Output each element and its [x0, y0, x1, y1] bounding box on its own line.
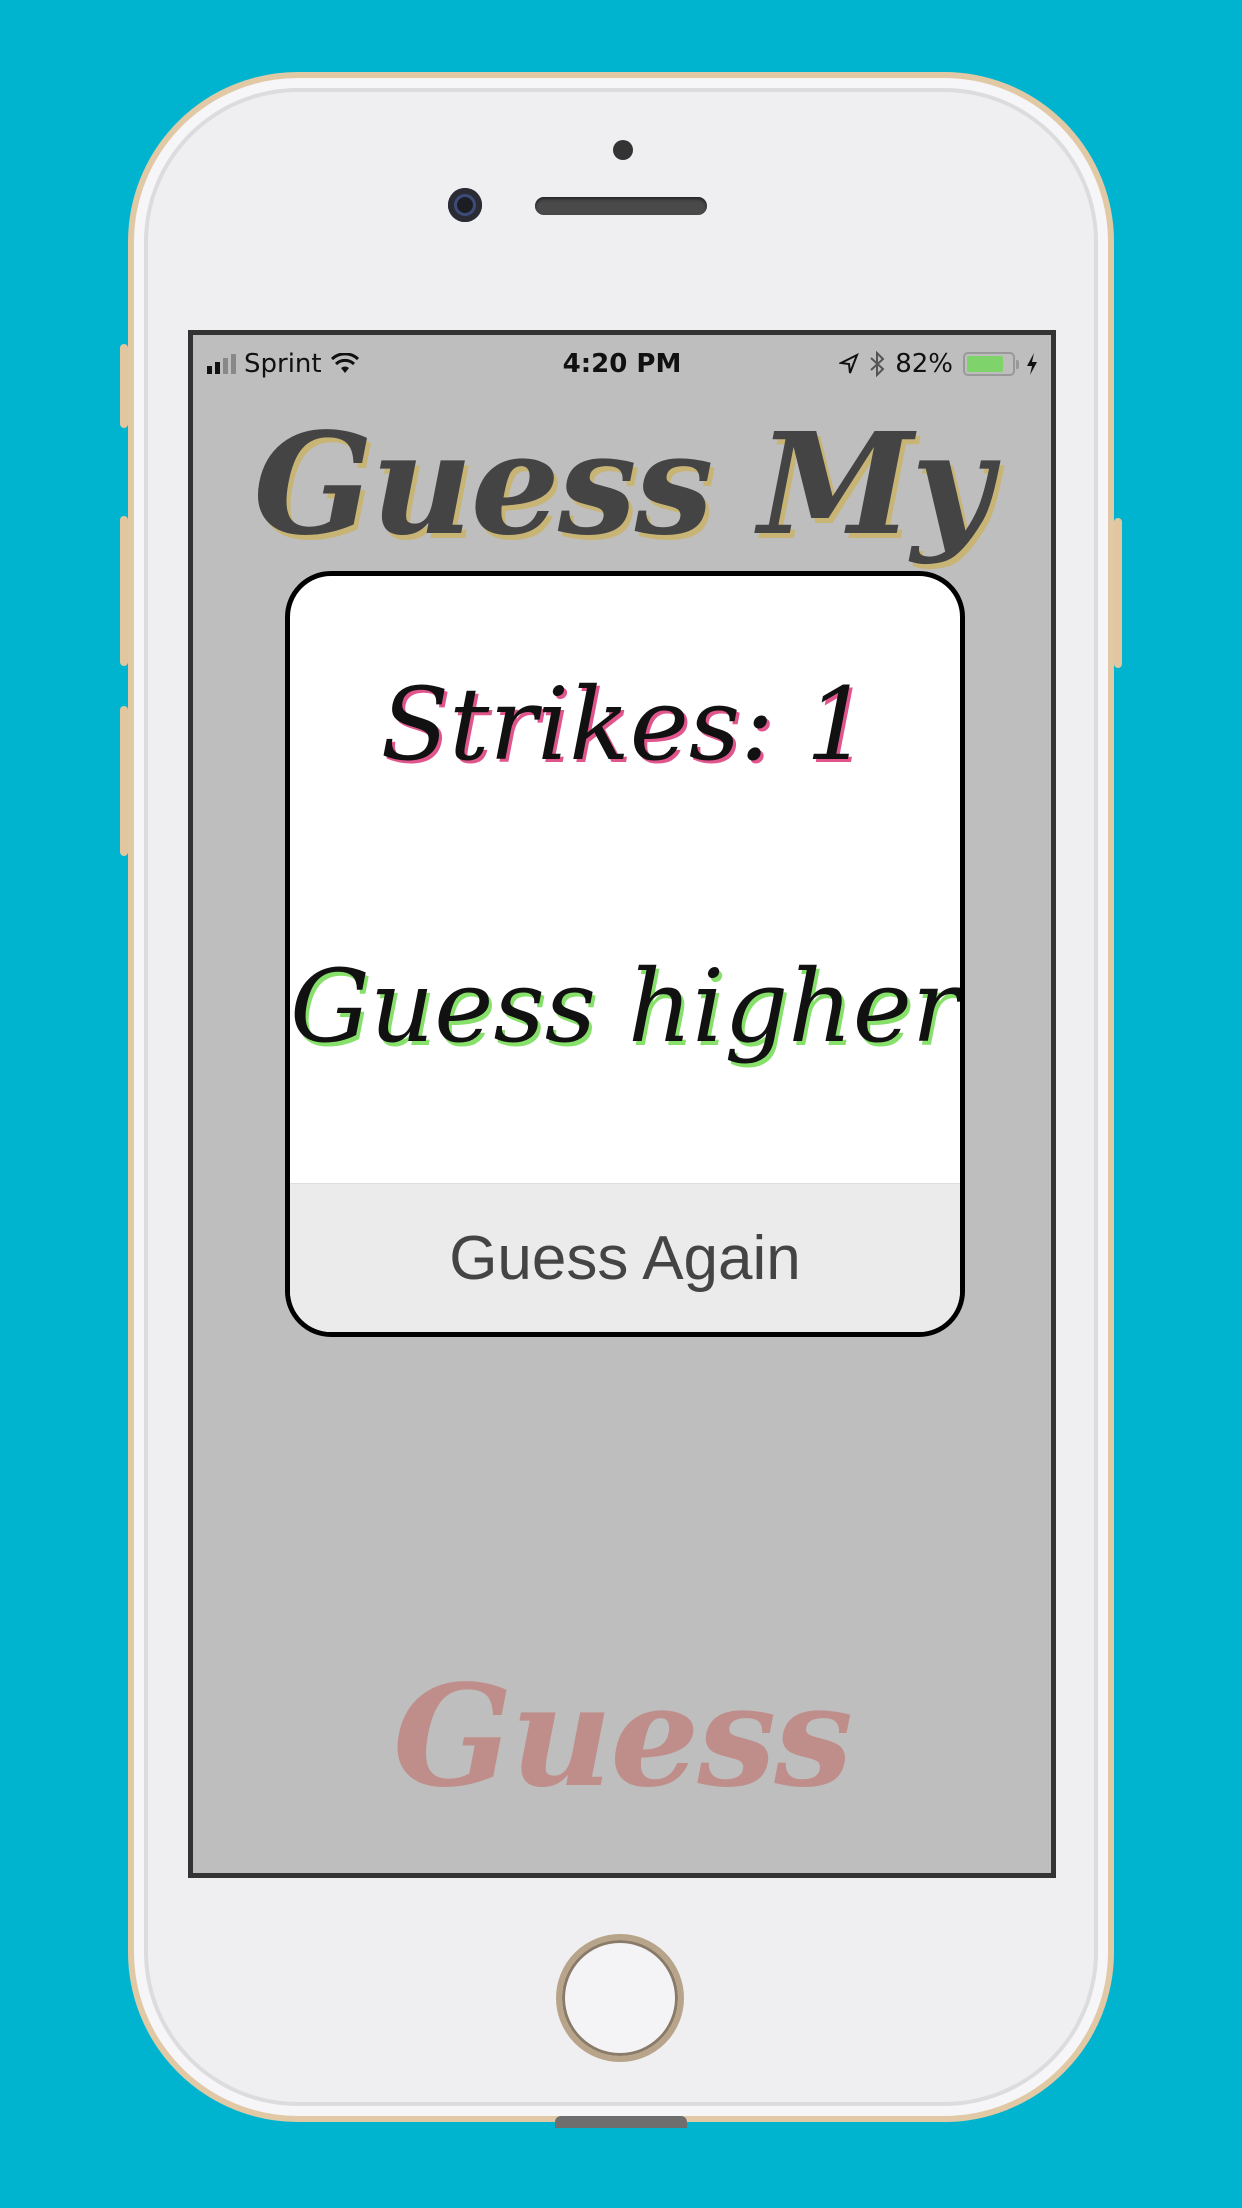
battery-level	[967, 356, 1004, 372]
home-button[interactable]	[556, 1934, 684, 2062]
battery-icon	[963, 352, 1019, 376]
guess-button[interactable]: Guess	[193, 1655, 1051, 1819]
volume-down-button	[120, 706, 128, 856]
front-camera-icon	[448, 188, 482, 222]
lightning-port	[555, 2116, 687, 2128]
status-bar: Sprint 4:20 PM 82%	[193, 335, 1051, 395]
charging-icon	[1027, 353, 1037, 375]
game-title: Guess My	[253, 403, 992, 567]
bluetooth-icon	[870, 351, 885, 377]
battery-percent: 82%	[895, 349, 953, 379]
location-icon	[839, 353, 860, 374]
guess-again-button[interactable]: Guess Again	[290, 1183, 960, 1332]
proximity-sensor	[613, 140, 633, 160]
result-alert: Strikes: 1 Guess higher! Guess Again	[285, 571, 965, 1337]
phone-screen: Sprint 4:20 PM 82% Guess My Guess Strike…	[188, 330, 1056, 1878]
power-button	[1114, 518, 1122, 668]
strikes-label: Strikes: 1	[380, 666, 870, 783]
hint-label: Guess higher!	[290, 948, 965, 1065]
earpiece-speaker	[535, 197, 707, 215]
volume-up-button	[120, 516, 128, 666]
mute-switch	[120, 344, 128, 428]
